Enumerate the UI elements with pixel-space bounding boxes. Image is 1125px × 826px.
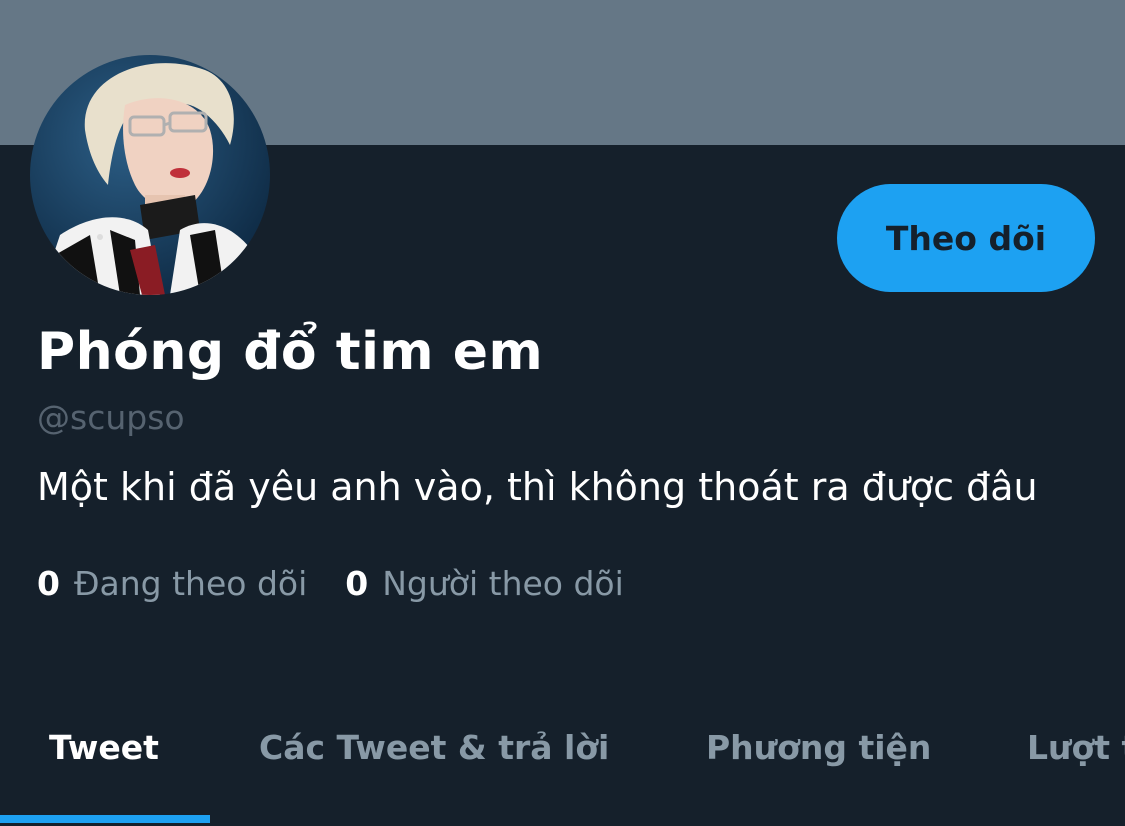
followers-count: 0 — [345, 564, 369, 603]
tab-media[interactable]: Phương tiện — [655, 700, 975, 826]
following-label: Đang theo dõi — [73, 564, 308, 603]
tab-label: Lượt thích — [1027, 728, 1125, 767]
profile-bio: Một khi đã yêu anh vào, thì không thoát … — [37, 465, 1038, 509]
follow-button[interactable]: Theo dõi — [837, 184, 1095, 292]
tab-label: Phương tiện — [706, 728, 932, 767]
profile-tabs: Tweet Các Tweet & trả lời Phương tiện Lư… — [0, 700, 1125, 826]
follow-stats: 0 Đang theo dõi 0 Người theo dõi — [37, 564, 662, 603]
display-name: Phóng đổ tim em — [37, 322, 544, 382]
tab-label: Các Tweet & trả lời — [259, 728, 610, 767]
tab-likes[interactable]: Lượt thích — [980, 700, 1125, 826]
user-handle: @scupso — [37, 398, 185, 437]
avatar-photo — [30, 55, 270, 295]
tab-tweets-replies[interactable]: Các Tweet & trả lời — [210, 700, 650, 826]
tab-label: Tweet — [49, 728, 159, 767]
following-count: 0 — [37, 564, 60, 603]
tab-tweets[interactable]: Tweet — [0, 700, 210, 826]
avatar[interactable] — [30, 55, 270, 295]
followers-label: Người theo dõi — [382, 564, 624, 603]
followers-stat[interactable]: 0 Người theo dõi — [345, 564, 624, 603]
active-tab-indicator — [0, 815, 210, 823]
following-stat[interactable]: 0 Đang theo dõi — [37, 564, 307, 603]
